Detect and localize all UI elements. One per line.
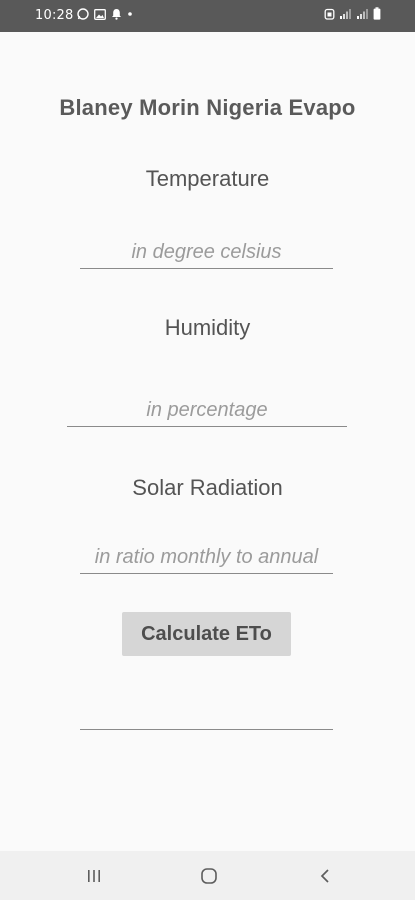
status-bar: 10:28	[0, 0, 415, 32]
notification-bell-icon	[111, 8, 122, 24]
signal-icon	[339, 8, 352, 24]
back-icon[interactable]	[312, 863, 338, 889]
home-icon[interactable]	[196, 863, 222, 889]
solar-radiation-label: Solar Radiation	[132, 475, 283, 500]
battery-icon	[373, 7, 381, 24]
status-icons-left	[77, 8, 133, 24]
dot-icon	[127, 8, 133, 24]
humidity-input[interactable]	[67, 398, 347, 427]
temperature-input[interactable]	[80, 240, 333, 269]
navigation-bar	[0, 851, 415, 900]
app-title: Blaney Morin Nigeria Evapo	[59, 95, 356, 120]
image-icon	[94, 8, 106, 24]
calculate-eto-button[interactable]: Calculate ETo	[122, 612, 291, 656]
result-output	[80, 729, 333, 730]
recent-apps-icon[interactable]	[81, 863, 107, 889]
alarm-icon	[324, 7, 335, 24]
whatsapp-icon	[77, 8, 89, 24]
status-time: 10:28	[35, 8, 74, 23]
temperature-label: Temperature	[145, 166, 270, 191]
status-icons-right	[324, 7, 381, 24]
solar-radiation-input[interactable]	[80, 545, 333, 574]
humidity-label: Humidity	[164, 315, 251, 340]
signal-icon	[356, 8, 369, 24]
